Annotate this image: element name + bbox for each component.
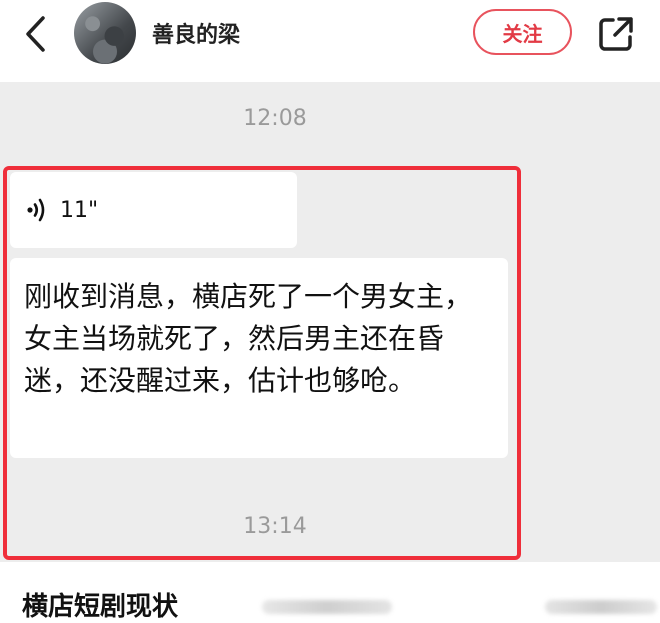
chat-area[interactable]: 12:08 11" 刚收到消息，横店死了一个男女主，女主当场就死了，然后男主还在… [0, 82, 660, 562]
back-arrow-icon [26, 16, 45, 52]
blurred-watermark [262, 600, 392, 614]
highlight-annotation [3, 166, 521, 560]
follow-button[interactable]: 关注 [473, 9, 572, 55]
back-button[interactable] [18, 16, 54, 52]
caption-title: 横店短剧现状 [22, 592, 179, 622]
blurred-watermark [545, 600, 657, 614]
footer-caption: 横店短剧现状 [0, 562, 660, 622]
share-button[interactable] [596, 14, 636, 54]
username[interactable]: 善良的梁 [152, 17, 240, 49]
share-external-icon [599, 17, 633, 51]
timestamp: 13:14 [243, 514, 307, 539]
avatar[interactable] [74, 2, 136, 64]
timestamp: 12:08 [243, 106, 307, 131]
chat-header: 善良的梁 关注 [0, 0, 660, 80]
